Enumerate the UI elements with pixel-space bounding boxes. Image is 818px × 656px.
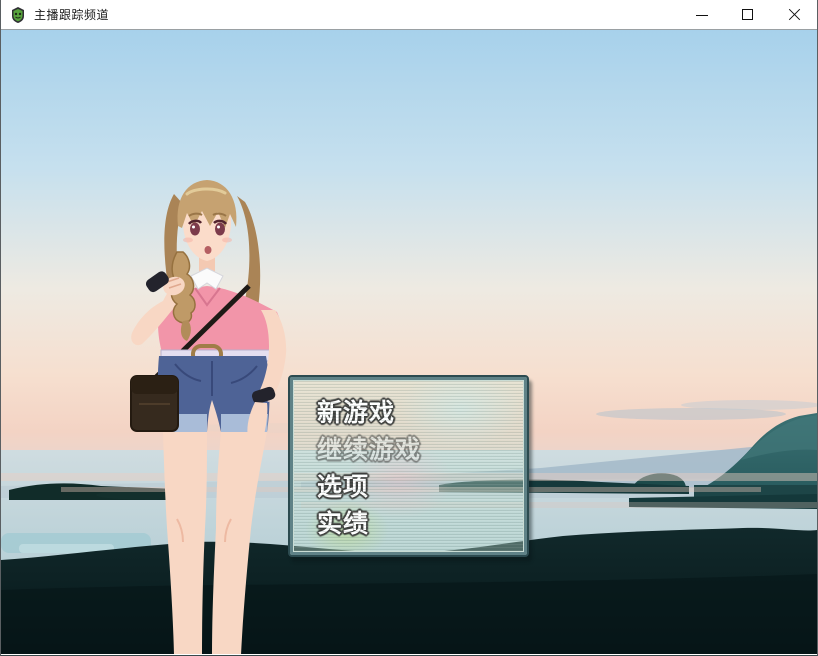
window-title: 主播跟踪频道 [34, 8, 110, 22]
anime-girl-character [130, 180, 287, 654]
maximize-button[interactable] [725, 0, 771, 30]
app-window: 主播跟踪频道 新游戏 继续游戏 选项 实绩 [0, 0, 818, 656]
app-icon [9, 6, 27, 24]
menu-item-new-game[interactable]: 新游戏 [290, 395, 527, 432]
titlebar[interactable]: 主播跟踪频道 [1, 0, 817, 30]
minimize-button[interactable] [679, 0, 725, 30]
minimize-icon [696, 15, 708, 16]
close-button[interactable] [771, 0, 817, 30]
title-menu-window: 新游戏 继续游戏 选项 实绩 [288, 375, 529, 557]
menu-item-options[interactable]: 选项 [290, 469, 527, 506]
maximize-icon [742, 9, 753, 20]
game-viewport: 新游戏 继续游戏 选项 实绩 [1, 30, 817, 654]
title-menu-list: 新游戏 继续游戏 选项 实绩 [290, 395, 527, 543]
window-controls [679, 0, 817, 30]
menu-item-continue-game: 继续游戏 [317, 436, 422, 464]
menu-item-achievements[interactable]: 实绩 [290, 506, 527, 543]
